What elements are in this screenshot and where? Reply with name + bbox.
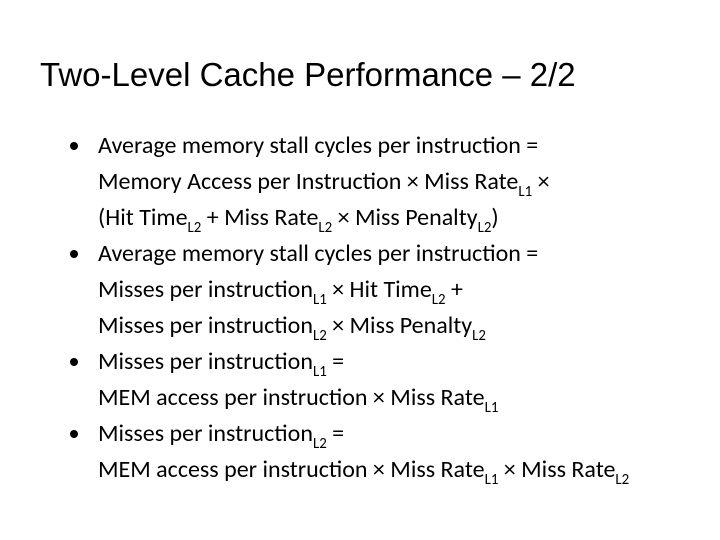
bullet-line: Misses per instructionL2 × Miss PenaltyL… bbox=[98, 311, 486, 340]
slide: Two-Level Cache Performance – 2/2 Averag… bbox=[0, 0, 720, 540]
bullet-lead: Misses per instructionL1 = bbox=[98, 347, 344, 376]
bullet-list: Average memory stall cycles per instruct… bbox=[70, 128, 680, 488]
subscript: L1 bbox=[485, 398, 499, 416]
subscript: L2 bbox=[472, 326, 486, 344]
slide-title: Two-Level Cache Performance – 2/2 bbox=[40, 56, 680, 94]
subscript: L2 bbox=[615, 470, 629, 488]
bullet-item: Average memory stall cycles per instruct… bbox=[70, 236, 680, 344]
bullet-line: (Hit TimeL2 + Miss RateL2 × Miss Penalty… bbox=[98, 203, 499, 232]
subscript: L2 bbox=[318, 218, 332, 236]
subscript: L1 bbox=[518, 182, 532, 200]
subscript: L2 bbox=[432, 290, 446, 308]
subscript: L2 bbox=[313, 434, 327, 452]
subscript: L1 bbox=[313, 290, 327, 308]
subscript: L2 bbox=[478, 218, 492, 236]
bullet-lead: Average memory stall cycles per instruct… bbox=[98, 239, 538, 268]
bullet-lead: Average memory stall cycles per instruct… bbox=[98, 131, 538, 160]
bullet-lead: Misses per instructionL2 = bbox=[98, 419, 344, 448]
subscript: L2 bbox=[188, 218, 202, 236]
subscript: L1 bbox=[485, 470, 499, 488]
bullet-line: MEM access per instruction × Miss RateL1… bbox=[98, 455, 629, 484]
bullet-item: Misses per instructionL1 = MEM access per… bbox=[70, 344, 680, 416]
bullet-line: Memory Access per Instruction × Miss Rat… bbox=[98, 167, 550, 196]
bullet-item: Average memory stall cycles per instruct… bbox=[70, 128, 680, 236]
subscript: L1 bbox=[313, 362, 327, 380]
bullet-line: MEM access per instruction × Miss RateL1 bbox=[98, 383, 498, 412]
subscript: L2 bbox=[313, 326, 327, 344]
bullet-line: Misses per instructionL1 × Hit TimeL2 + bbox=[98, 275, 463, 304]
bullet-item: Misses per instructionL2 = MEM access per… bbox=[70, 416, 680, 488]
